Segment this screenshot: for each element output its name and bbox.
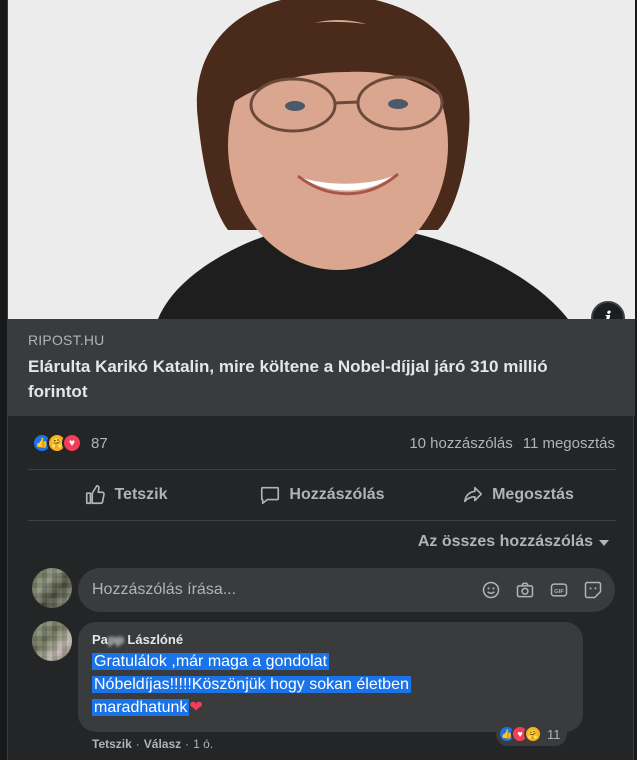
- share-icon: [464, 486, 483, 503]
- current-user-avatar[interactable]: [32, 568, 72, 608]
- post-photo[interactable]: i: [8, 0, 635, 319]
- comment-reactions[interactable]: 👍 ♥ 🤗 11: [496, 722, 567, 746]
- comment-bubble: Papp Lászlóné Gratulálok ,már maga a gon…: [78, 622, 583, 732]
- comment-count[interactable]: 10 hozzászólás: [409, 435, 512, 452]
- heart-icon: ❤: [189, 699, 203, 716]
- reaction-count[interactable]: 87: [91, 435, 108, 452]
- comment-reply-link[interactable]: Válasz: [144, 737, 181, 751]
- comment-meta: Tetszik · Válasz · 1 ó.: [92, 737, 213, 751]
- gif-icon[interactable]: GIF: [549, 580, 569, 600]
- comment-icon: [261, 486, 280, 505]
- portrait-image: [8, 0, 635, 319]
- post-card: i RIPOST.HU Elárulta Karikó Katalin, mir…: [7, 0, 635, 760]
- meta-separator: ·: [135, 737, 140, 751]
- post-actions: Tetszik Hozzászólás Megosztás: [28, 470, 616, 520]
- comment-line-2: Nóbeldíjas!!!!!Köszönjük hogy sokan élet…: [92, 676, 411, 693]
- comment-author[interactable]: Papp Lászlóné: [92, 632, 571, 648]
- comment-text: Gratulálok ,már maga a gondolat Nóbeldíj…: [92, 650, 571, 719]
- comment-line-1: Gratulálok ,már maga a gondolat: [92, 653, 330, 670]
- comment-button[interactable]: Hozzászólás: [224, 470, 420, 520]
- link-preview[interactable]: RIPOST.HU Elárulta Karikó Katalin, mire …: [8, 319, 635, 416]
- thumbs-up-icon: [86, 485, 106, 505]
- author-name-blurred: pp: [107, 632, 124, 647]
- camera-icon[interactable]: [515, 580, 535, 600]
- comment-placeholder: Hozzászólás írása...: [92, 581, 237, 598]
- comment-reaction-count: 11: [547, 726, 561, 742]
- comment-label: Hozzászólás: [289, 486, 385, 503]
- share-button[interactable]: Megosztás: [420, 470, 616, 520]
- care-icon: 🤗: [524, 725, 542, 743]
- caret-down-icon: [599, 540, 609, 546]
- author-name-rest: László: [127, 632, 168, 647]
- comment-time[interactable]: 1 ó.: [193, 737, 213, 751]
- sort-label: Az összes hozzászólás: [417, 533, 593, 550]
- love-icon: ♥: [62, 433, 82, 453]
- emoji-icon[interactable]: [481, 580, 501, 600]
- comment-like-link[interactable]: Tetszik: [92, 737, 132, 751]
- author-name-suffix: né: [167, 632, 184, 647]
- sticker-icon[interactable]: [583, 580, 603, 600]
- author-name-start: Pa: [92, 632, 108, 647]
- comment-sort-dropdown[interactable]: Az összes hozzászólás: [418, 533, 609, 551]
- comment-line-3: maradhatunk: [92, 699, 190, 716]
- svg-text:GIF: GIF: [554, 589, 564, 595]
- link-title[interactable]: Elárulta Karikó Katalin, mire költene a …: [28, 354, 608, 404]
- divider: [28, 520, 616, 521]
- like-button[interactable]: Tetszik: [28, 470, 224, 520]
- share-count[interactable]: 11 megosztás: [523, 435, 615, 452]
- link-source: RIPOST.HU: [28, 332, 105, 348]
- commenter-avatar[interactable]: [32, 621, 72, 661]
- meta-separator: ·: [185, 737, 190, 751]
- share-label: Megosztás: [492, 486, 574, 503]
- post-stats: 👍 🤗 ♥ 87 10 hozzászólás 11 megosztás: [8, 418, 635, 468]
- comment-input[interactable]: Hozzászólás írása... GIF: [78, 568, 615, 612]
- reaction-icons[interactable]: 👍 🤗 ♥: [32, 433, 82, 453]
- like-label: Tetszik: [114, 486, 168, 503]
